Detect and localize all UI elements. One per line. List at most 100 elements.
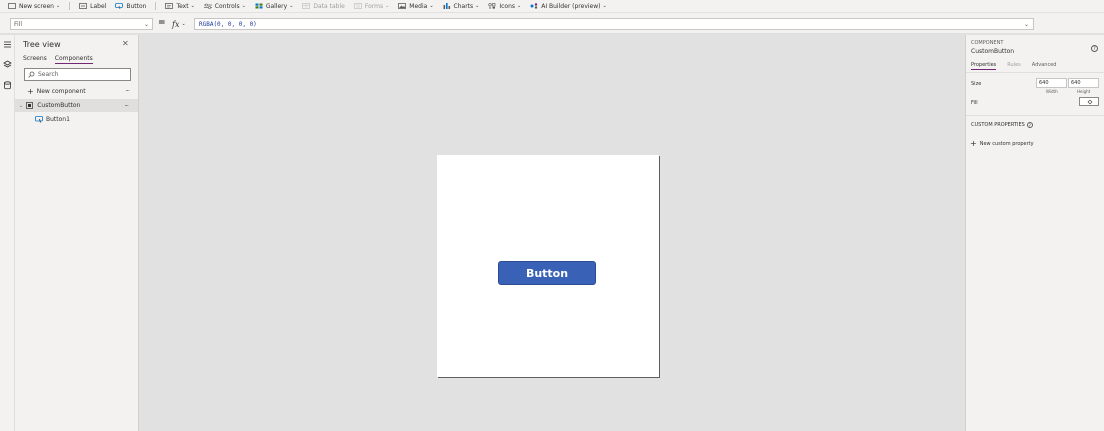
data-table-icon — [302, 3, 311, 9]
more-options-icon[interactable]: ··· — [124, 102, 129, 110]
chevron-down-icon: ⌄ — [143, 21, 149, 28]
charts-menu[interactable]: Charts ⌄ — [443, 2, 480, 10]
label-label: Label — [90, 2, 107, 10]
new-screen-button[interactable]: New screen ⌄ — [8, 3, 60, 10]
property-dropdown[interactable]: Fill ⌄ — [10, 18, 153, 30]
tab-properties[interactable]: Properties — [971, 62, 997, 70]
database-icon[interactable] — [3, 81, 12, 90]
media-label: Media — [409, 2, 428, 10]
custom-properties-label: CUSTOM PROPERTIES — [971, 122, 1025, 128]
expand-chevron-icon[interactable]: ⌄ — [1024, 21, 1029, 28]
new-component-button[interactable]: + New component ··· — [27, 86, 139, 97]
tree-view-pane: Tree view ✕ Screens Components Search + … — [15, 35, 139, 431]
icons-icon — [488, 3, 496, 9]
height-input[interactable]: 640 — [1068, 78, 1099, 88]
new-custom-property-button[interactable]: + New custom property — [970, 140, 1034, 148]
selection-name: CustomButton — [971, 48, 1015, 55]
charts-label: Charts — [453, 2, 474, 10]
fx-button[interactable]: fx ⌄ — [172, 18, 192, 30]
properties-pane: COMPONENT CustomButton ? Properties Rule… — [965, 35, 1104, 431]
ai-builder-icon — [530, 3, 538, 9]
text-menu[interactable]: Text ⌄ — [165, 2, 195, 10]
gallery-label: Gallery — [265, 2, 288, 10]
chevron-down-icon: ⌄ — [429, 3, 434, 9]
button-control-icon — [35, 116, 43, 123]
new-component-label: New component — [36, 88, 86, 95]
component-icon — [26, 102, 34, 109]
forms-menu[interactable]: Forms ⌄ — [353, 2, 390, 10]
custom-button-control[interactable]: Button — [498, 261, 596, 285]
chevron-down-icon: ⌄ — [475, 3, 480, 9]
tab-screens[interactable]: Screens — [23, 55, 47, 64]
paint-bucket-icon — [1087, 99, 1093, 105]
search-input[interactable]: Search — [24, 68, 131, 81]
info-icon[interactable]: ? — [1026, 122, 1033, 128]
canvas-area[interactable]: Button — [139, 35, 965, 431]
width-label: Width — [1046, 89, 1058, 94]
chevron-down-icon[interactable]: ⌄ — [19, 103, 23, 109]
left-rail — [0, 35, 15, 431]
close-icon[interactable]: ✕ — [122, 39, 129, 48]
tab-rules[interactable]: Rules — [1007, 62, 1021, 70]
tree-view-title: Tree view — [23, 40, 61, 49]
width-input[interactable]: 640 — [1036, 78, 1067, 88]
divider — [966, 115, 1104, 116]
selection-kind: COMPONENT — [971, 40, 1004, 46]
tree-view-tabs: Screens Components — [23, 55, 101, 64]
chevron-down-icon: ⌄ — [385, 3, 390, 9]
forms-label: Forms — [364, 2, 384, 10]
equals-sign: = — [158, 18, 166, 28]
divider — [966, 72, 1104, 73]
chevron-down-icon: ⌄ — [241, 3, 246, 9]
formula-text: RGBA(0, 0, 0, 0) — [199, 20, 257, 28]
media-menu[interactable]: Media ⌄ — [398, 2, 434, 10]
layers-icon[interactable] — [3, 60, 12, 69]
height-label: Height — [1077, 89, 1091, 94]
new-screen-icon — [8, 3, 16, 9]
tab-advanced[interactable]: Advanced — [1032, 62, 1057, 70]
data-table-button[interactable]: Data table — [302, 2, 345, 10]
custom-properties-header: CUSTOM PROPERTIES ? — [971, 122, 1033, 128]
tab-components[interactable]: Components — [54, 55, 93, 64]
plus-icon: + — [27, 86, 34, 96]
data-table-label: Data table — [313, 2, 345, 10]
chevron-down-icon: ⌄ — [602, 3, 607, 9]
gallery-menu[interactable]: Gallery ⌄ — [255, 2, 293, 10]
plus-icon: + — [970, 139, 977, 148]
insert-label-button[interactable]: Label — [79, 3, 106, 10]
ribbon-toolbar: New screen ⌄ Label Button Text ⌄ Controls ⌄… — [0, 0, 1104, 12]
ai-builder-menu[interactable]: AI Builder (preview) ⌄ — [530, 2, 607, 10]
formula-bar: Fill ⌄ = fx ⌄ RGBA(0, 0, 0, 0) ⌄ — [0, 13, 1104, 34]
icons-label: Icons — [499, 2, 516, 10]
charts-icon — [443, 3, 450, 9]
tree-item-button1[interactable]: Button1 — [35, 114, 70, 125]
tree-item-custombutton[interactable]: ⌄ CustomButton ··· — [15, 99, 138, 112]
component-artboard[interactable]: Button — [437, 155, 659, 377]
chevron-down-icon: ⌄ — [190, 3, 195, 9]
label-icon — [79, 3, 88, 9]
fill-color-picker[interactable] — [1079, 97, 1099, 106]
help-icon[interactable]: ? — [1091, 45, 1098, 52]
more-options-icon[interactable]: ··· — [125, 87, 130, 95]
property-value: Fill — [14, 20, 23, 28]
ribbon-divider — [155, 2, 157, 10]
text-label: Text — [176, 2, 189, 10]
chevron-down-icon: ⌄ — [55, 3, 61, 9]
formula-input[interactable]: RGBA(0, 0, 0, 0) ⌄ — [194, 18, 1034, 30]
hamburger-menu-icon[interactable] — [3, 40, 12, 49]
ai-builder-label: AI Builder (preview) — [541, 2, 601, 10]
search-icon — [28, 71, 35, 78]
new-custom-property-label: New custom property — [979, 141, 1034, 147]
controls-menu[interactable]: Controls ⌄ — [203, 3, 246, 10]
text-icon — [165, 3, 174, 9]
gallery-icon — [255, 3, 263, 9]
properties-tabs: Properties Rules Advanced — [971, 62, 1067, 70]
forms-icon — [353, 3, 362, 9]
icons-menu[interactable]: Icons ⌄ — [488, 3, 521, 10]
new-screen-label: New screen — [19, 2, 54, 10]
insert-button-button[interactable]: Button — [115, 3, 146, 10]
search-placeholder: Search — [38, 71, 59, 78]
button-label: Button — [126, 2, 147, 10]
component-name: CustomButton — [37, 102, 81, 109]
chevron-down-icon: ⌄ — [181, 21, 186, 27]
